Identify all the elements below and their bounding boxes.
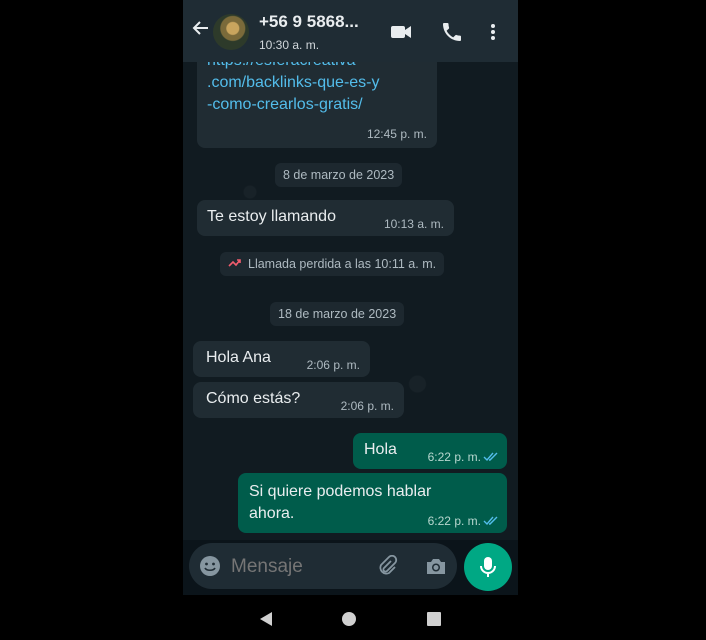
more-options-icon[interactable] (483, 20, 503, 44)
outgoing-message[interactable]: Hola 6:22 p. m. (353, 433, 507, 469)
read-ticks-icon (483, 452, 498, 462)
phone-screen: +56 9 5868... 10:30 a. m. https://esfera… (183, 0, 518, 640)
system-navigation-bar (183, 595, 518, 640)
incoming-message[interactable]: Hola Ana 2:06 p. m. (193, 341, 370, 377)
message-time: 2:06 p. m. (306, 358, 360, 372)
emoji-icon[interactable] (199, 555, 221, 577)
incoming-message[interactable]: Cómo estás? 2:06 p. m. (193, 382, 404, 418)
message-time: 12:45 p. m. (366, 127, 427, 141)
message-time: 10:13 a. m. (383, 217, 444, 231)
message-input[interactable] (229, 553, 373, 581)
missed-call-icon (228, 259, 241, 267)
voice-record-button[interactable] (464, 543, 512, 591)
chat-messages[interactable]: https://esferacreativa .com/backlinks-qu… (183, 62, 518, 540)
attach-icon[interactable] (376, 554, 398, 577)
message-text: Cómo estás? (206, 390, 301, 407)
last-seen: 10:30 a. m. (259, 38, 320, 52)
back-arrow-icon[interactable] (191, 18, 211, 38)
nav-back-icon[interactable] (259, 611, 273, 632)
message-text: Hola (364, 441, 397, 458)
read-ticks-icon (483, 516, 498, 526)
camera-icon[interactable] (425, 555, 447, 577)
link-line-2[interactable]: .com/backlinks-que-es-y (207, 72, 380, 94)
date-separator: 18 de marzo de 2023 (270, 302, 405, 326)
avatar[interactable] (213, 14, 249, 50)
chat-header: +56 9 5868... 10:30 a. m. (183, 0, 518, 62)
message-input-container[interactable] (189, 543, 457, 589)
nav-recents-icon[interactable] (427, 612, 441, 626)
missed-call-text: Llamada perdida a las 10:11 a. m. (248, 257, 437, 271)
message-time: 2:06 p. m. (340, 399, 394, 413)
video-call-icon[interactable] (389, 20, 413, 44)
link-message[interactable]: https://esferacreativa .com/backlinks-qu… (197, 62, 437, 148)
nav-home-icon[interactable] (342, 612, 356, 626)
message-text: Te estoy llamando (207, 208, 336, 225)
microphone-icon (480, 557, 496, 577)
link-line-1[interactable]: https://esferacreativa (207, 62, 380, 72)
contact-name[interactable]: +56 9 5868... (259, 12, 359, 32)
message-time: 6:22 p. m. (427, 514, 481, 528)
date-separator: 8 de marzo de 2023 (275, 163, 403, 187)
message-composer (183, 540, 518, 595)
message-text-line-1: Si quiere podemos hablar (249, 483, 432, 500)
message-time: 6:22 p. m. (427, 450, 481, 464)
incoming-message[interactable]: Te estoy llamando 10:13 a. m. (197, 200, 454, 236)
missed-call-notice[interactable]: Llamada perdida a las 10:11 a. m. (220, 252, 445, 276)
message-text: Hola Ana (206, 349, 271, 366)
message-text-line-2: ahora. (249, 505, 295, 522)
voice-call-icon[interactable] (440, 20, 464, 44)
link-line-3[interactable]: -como-crearlos-gratis/ (207, 94, 380, 116)
outgoing-message[interactable]: Si quiere podemos hablar ahora. 6:22 p. … (238, 473, 507, 533)
